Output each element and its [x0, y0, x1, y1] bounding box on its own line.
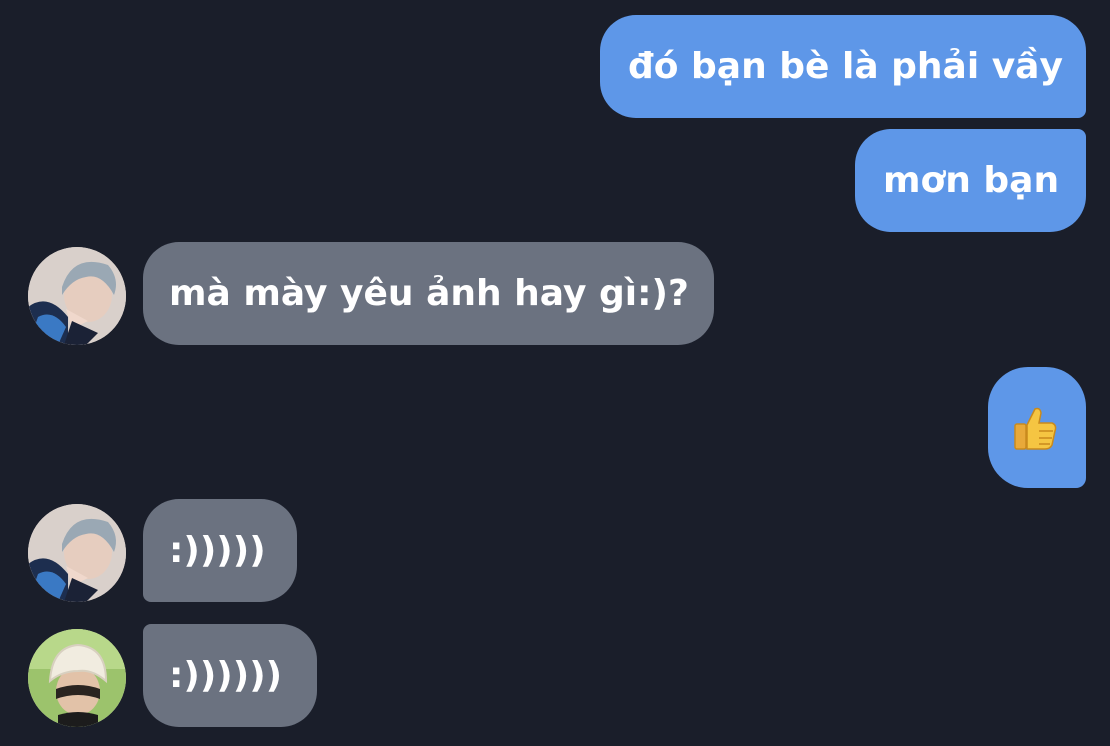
sent-message-bubble[interactable]: mơn bạn [855, 129, 1086, 232]
avatar-photo-icon [28, 629, 126, 727]
avatar-photo-icon [28, 247, 126, 345]
sent-message-bubble[interactable] [988, 367, 1086, 488]
message-text: :))))) [169, 529, 266, 571]
chat-thread: đó bạn bè là phải vầy mơn bạn mà mày yêu… [0, 0, 1110, 746]
received-message-bubble[interactable]: :)))))) [143, 624, 317, 727]
received-message-bubble[interactable]: mà mày yêu ảnh hay gì:)? [143, 242, 714, 345]
message-text: :)))))) [169, 654, 283, 696]
contact-avatar[interactable] [28, 629, 126, 727]
message-text: mà mày yêu ảnh hay gì:)? [169, 272, 689, 314]
thumbs-up-icon [1014, 407, 1057, 450]
received-message-bubble[interactable]: :))))) [143, 499, 297, 602]
avatar-photo-icon [28, 504, 126, 602]
message-text: đó bạn bè là phải vầy [628, 45, 1063, 87]
message-text: mơn bạn [883, 159, 1060, 201]
contact-avatar[interactable] [28, 504, 126, 602]
contact-avatar[interactable] [28, 247, 126, 345]
sent-message-bubble[interactable]: đó bạn bè là phải vầy [600, 15, 1086, 118]
